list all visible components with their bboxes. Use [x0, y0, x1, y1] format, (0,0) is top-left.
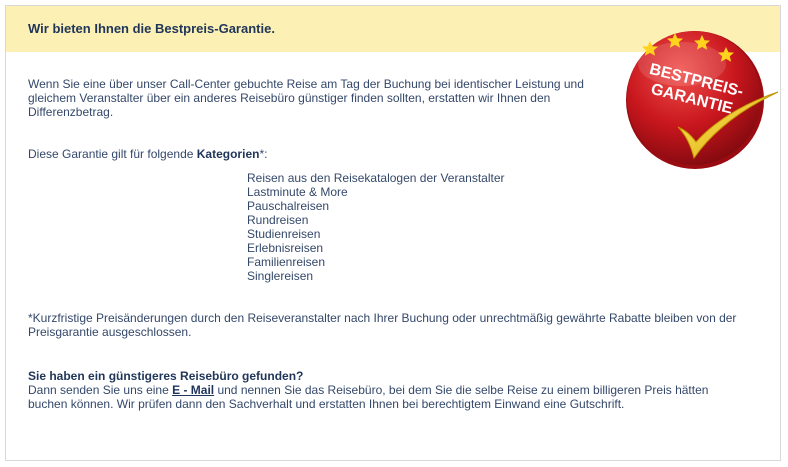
list-item: Reisen aus den Reisekatalogen der Verans… [247, 171, 505, 185]
list-item: Studienreisen [247, 227, 321, 241]
garantie-suffix: *: [259, 147, 268, 161]
contact-answer: Dann senden Sie uns eine E - Mail und ne… [28, 383, 748, 411]
intro-paragraph: Wenn Sie eine über unser Call-Center geb… [28, 77, 584, 119]
contact-question: Sie haben ein günstigeres Reisebüro gefu… [28, 369, 304, 383]
list-item: Erlebnisreisen [247, 241, 324, 255]
list-item: Rundreisen [247, 213, 309, 227]
email-link[interactable]: E - Mail [172, 383, 214, 397]
footnote: *Kurzfristige Preisänderungen durch den … [28, 311, 737, 339]
garantie-sentence: Diese Garantie gilt für folgende Kategor… [28, 147, 267, 161]
list-item: Lastminute & More [247, 185, 348, 199]
bestpreis-panel: Wir bieten Ihnen die Bestpreis-Garantie.… [5, 5, 781, 461]
list-item: Familienreisen [247, 255, 326, 269]
contact-before: Dann senden Sie uns eine [28, 383, 173, 397]
garantie-prefix: Diese Garantie gilt für folgende [28, 147, 197, 161]
list-item: Singlereisen [247, 269, 314, 283]
list-item: Pauschalreisen [247, 199, 330, 213]
page-title: Wir bieten Ihnen die Bestpreis-Garantie. [28, 21, 275, 36]
garantie-kategorien: Kategorien [196, 147, 260, 161]
category-list: Reisen aus den Reisekatalogen der Verans… [247, 171, 505, 283]
bestpreis-badge: BESTPREIS- GARANTIE [626, 31, 779, 169]
